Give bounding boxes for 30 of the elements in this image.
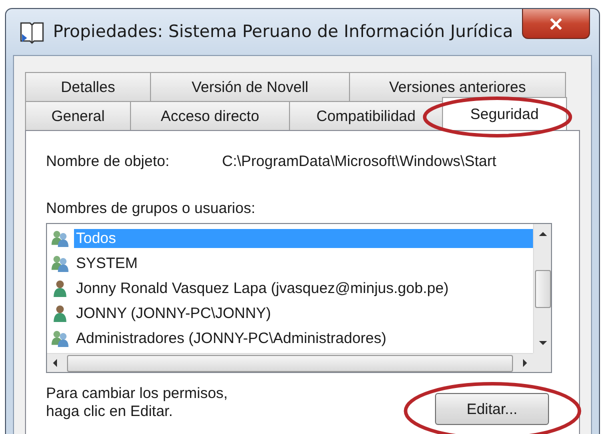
tab[interactable]: Versiones anteriores [349,72,566,101]
tab[interactable]: Versión de Novell [150,72,350,101]
arrow-down-icon[interactable] [538,339,546,347]
arrow-up-icon[interactable] [538,230,546,238]
list-item[interactable]: JONNY (JONNY-PC\JONNY) [74,304,274,323]
people-icon [50,229,70,248]
list-label: Nombres de grupos o usuarios: [46,200,256,217]
tab[interactable]: Acceso directo [130,101,290,130]
book-icon [19,20,45,44]
arrow-right-icon[interactable] [521,359,529,367]
vertical-scrollbar[interactable] [533,224,551,353]
list-item[interactable]: Jonny Ronald Vasquez Lapa (jvasquez@minjus.gob.pe) [74,279,451,298]
list-item[interactable]: Administradores (JONNY-PC\Administradores) [74,329,388,348]
close-icon [549,18,563,30]
scrollbar-thumb[interactable] [67,354,513,372]
edit-button[interactable]: Editar... [435,393,549,425]
window-title: Propiedades: Sistema Peruano de Información Jurídica [53,22,514,42]
tab[interactable]: Detalles [25,72,151,101]
list-item[interactable]: SYSTEM [74,254,140,273]
field-label: Nombre de objeto: [46,153,170,170]
instruction-text: Para cambiar los permisos, haga clic en Editar. [46,385,228,421]
tab[interactable]: General [25,101,131,130]
scrollbar-thumb[interactable] [534,270,550,308]
arrow-left-icon[interactable] [51,359,59,367]
people-icon [50,254,70,273]
close-button[interactable] [522,9,590,39]
tab[interactable]: Compatibilidad [289,101,443,130]
people-icon [50,329,70,348]
object-path: C:\ProgramData\Microsoft\Windows\Start [222,153,496,170]
horizontal-scrollbar[interactable] [47,353,533,372]
